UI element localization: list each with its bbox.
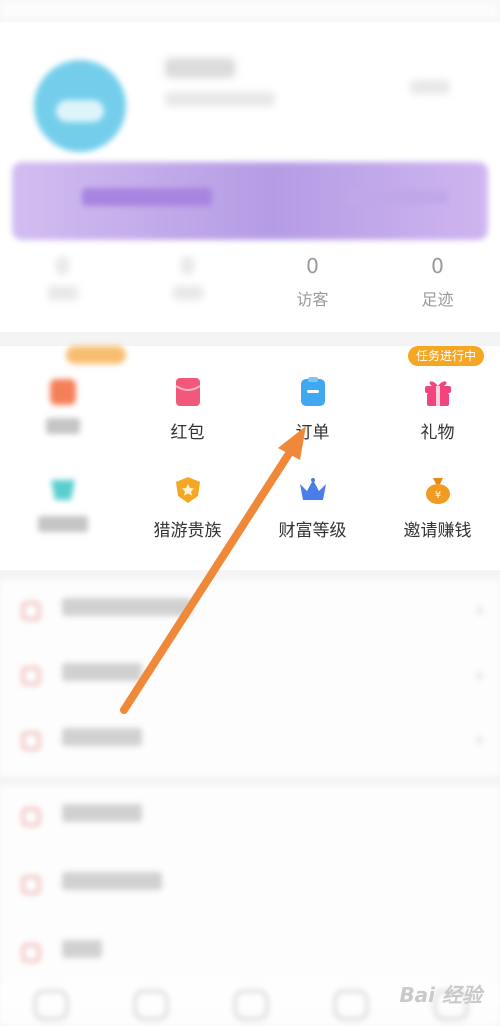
gift-icon (425, 381, 451, 406)
list-item-icon (22, 944, 40, 962)
money-bag-icon: ¥ (426, 478, 450, 504)
grid-item-1[interactable] (0, 354, 125, 444)
grid-item-label: 财富等级 (278, 521, 347, 541)
list-item[interactable]: › (0, 580, 500, 645)
order-clipboard-icon (301, 377, 325, 406)
watermark: Bai 经验 (399, 983, 482, 1007)
list-item-label (62, 940, 102, 963)
grid-item-invite[interactable]: ¥ 邀请赚钱 (375, 452, 500, 542)
stat-label (172, 286, 203, 300)
vip-banner[interactable] (12, 162, 488, 240)
list-item-icon (22, 732, 40, 750)
status-bar (0, 0, 500, 22)
stat-label: 足迹 (421, 290, 454, 309)
stat-number: 0 (181, 254, 194, 278)
grid-item-label: 猎游贵族 (153, 521, 222, 541)
stat-item[interactable]: 0 (125, 254, 250, 300)
menu-list-2 (0, 786, 500, 1006)
grid-item-noble[interactable]: 猎游贵族 (125, 452, 250, 542)
tab-messages[interactable] (334, 990, 368, 1020)
grid-item-wealth-level[interactable]: 财富等级 (250, 452, 375, 542)
list-item-icon (22, 808, 40, 826)
grid-item-5[interactable] (0, 452, 125, 542)
grid-item-red-envelope[interactable]: 红包 (125, 354, 250, 444)
list-item-icon (22, 876, 40, 894)
list-item[interactable]: › (0, 645, 500, 710)
stats-row: 0 0 0 访客 0 足迹 (0, 254, 500, 324)
teal-shield-icon (51, 480, 75, 500)
stat-item-visitors[interactable]: 0 访客 (250, 254, 375, 310)
profile-page: 0 0 0 访客 0 足迹 任务进行中 红包 订单 礼物 猎游贵族 财富等级 ¥… (0, 0, 500, 1026)
stat-item-footprints[interactable]: 0 足迹 (375, 254, 500, 310)
stat-label: 访客 (296, 290, 329, 309)
grid-item-label: 红包 (170, 423, 205, 443)
list-item-icon (22, 667, 40, 685)
grid-item-order[interactable]: 订单 (250, 354, 375, 444)
vip-banner-link (348, 190, 448, 204)
avatar[interactable] (34, 60, 126, 152)
menu-list-1: › › › (0, 580, 500, 776)
chevron-right-icon: › (475, 728, 484, 753)
chevron-right-icon: › (475, 598, 484, 623)
list-item-label (62, 598, 192, 621)
list-item[interactable] (0, 922, 500, 987)
tab-discover[interactable] (134, 990, 168, 1020)
stat-item[interactable]: 0 (0, 254, 125, 300)
list-item-icon (22, 602, 40, 620)
grid-item-label (0, 418, 125, 439)
stat-number: 0 (306, 254, 319, 278)
list-item-label (62, 872, 162, 895)
orange-square-icon (50, 379, 76, 405)
chevron-right-icon: › (475, 663, 484, 688)
profile-link[interactable] (410, 80, 450, 94)
noble-badge-icon (176, 477, 200, 503)
user-id (165, 92, 275, 106)
stat-label (47, 286, 78, 300)
crown-icon (300, 478, 326, 500)
list-item-label (62, 663, 142, 686)
stat-number: 0 (56, 254, 69, 278)
grid-item-label (0, 516, 125, 537)
list-item-label (62, 728, 142, 751)
tab-home[interactable] (34, 990, 68, 1020)
list-item[interactable] (0, 854, 500, 919)
svg-text:¥: ¥ (435, 490, 441, 501)
grid-item-label: 邀请赚钱 (403, 521, 472, 541)
red-envelope-icon (175, 378, 201, 406)
list-item-label (62, 804, 142, 827)
grid-item-gift[interactable]: 礼物 (375, 354, 500, 444)
tab-center[interactable] (234, 990, 268, 1020)
vip-banner-text (82, 188, 212, 206)
stat-number: 0 (431, 254, 444, 278)
grid-item-label: 礼物 (420, 423, 455, 443)
list-item[interactable] (0, 786, 500, 851)
user-name (165, 58, 235, 78)
list-item[interactable]: › (0, 710, 500, 775)
grid-item-label: 订单 (295, 423, 330, 443)
feature-grid: 任务进行中 红包 订单 礼物 猎游贵族 财富等级 ¥ 邀请赚钱 (0, 346, 500, 570)
profile-header: 0 0 0 访客 0 足迹 (0, 22, 500, 332)
